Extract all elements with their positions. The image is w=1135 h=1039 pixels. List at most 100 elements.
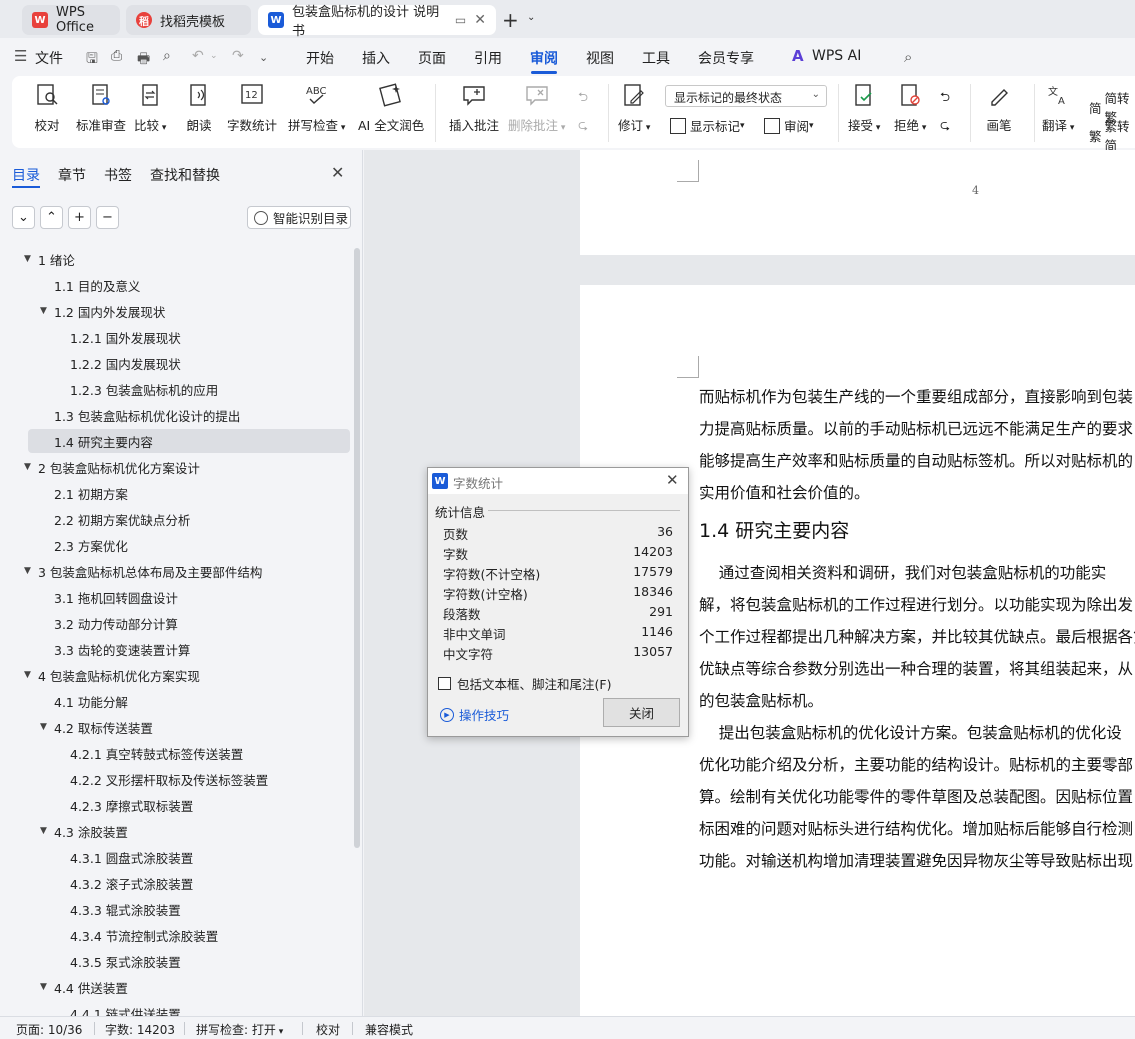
status-page[interactable]: 页面: 10/36 <box>16 1021 82 1038</box>
toc-item[interactable]: 4.3.4 节流控制式涂胶装置 <box>0 923 350 947</box>
toc-item[interactable]: 1.2.2 国内发展现状 <box>0 351 350 375</box>
dialog-close-icon[interactable]: ✕ <box>666 471 679 489</box>
remove-heading-icon[interactable]: − <box>96 206 119 229</box>
toc-item[interactable]: 3.1 拖机回转圆盘设计 <box>0 585 350 609</box>
expand-level-icon[interactable]: ⌃ <box>40 206 63 229</box>
toc-item[interactable]: ▼ 1 绪论 <box>0 247 350 271</box>
tab-docer-templates[interactable]: 稻 找稻壳模板 <box>126 5 251 35</box>
menu-insert[interactable]: 插入 <box>362 48 390 68</box>
redo-icon[interactable]: ↷ <box>232 48 244 64</box>
tab-close-icon[interactable]: ✕ <box>466 12 486 28</box>
review-pane-button[interactable]: 审阅 ▾ <box>764 116 814 135</box>
tab-list-chevron-icon[interactable]: ⌄ <box>527 12 535 23</box>
toc-item[interactable]: ▼ 3 包装盒贴标机总体布局及主要部件结构 <box>0 559 350 583</box>
markup-state-select[interactable]: 显示标记的最终状态 ⌄ <box>665 85 827 107</box>
toc-item[interactable]: 1.1 目的及意义 <box>0 273 350 297</box>
reject-button[interactable]: 拒绝 ▾ <box>894 82 926 134</box>
include-textboxes-checkbox[interactable]: 包括文本框、脚注和尾注(F) <box>438 674 611 693</box>
print-icon[interactable]: 🖶 <box>137 48 150 72</box>
previous-comment-icon[interactable]: ⮌ <box>578 88 588 109</box>
nav-tab-bookmarks[interactable]: 书签 <box>104 165 132 185</box>
toc-item[interactable]: 4.3.2 滚子式涂胶装置 <box>0 871 350 895</box>
print-preview-icon[interactable]: ⌕ <box>163 48 171 64</box>
tips-link[interactable]: ▶ 操作技巧 <box>440 705 509 724</box>
compare-button[interactable]: 比较 ▾ <box>134 82 166 134</box>
toc-item[interactable]: ▼ 4.3 涂胶装置 <box>0 819 350 843</box>
toc-item[interactable]: 1.2.3 包装盒贴标机的应用 <box>0 377 350 401</box>
proofread-button[interactable]: 校对 <box>34 82 60 134</box>
traditional-to-simplified-button[interactable]: 繁 繁转简 <box>1089 116 1135 154</box>
toc-item[interactable]: 2.1 初期方案 <box>0 481 350 505</box>
nav-tab-toc[interactable]: 目录 <box>12 165 40 185</box>
toc-item[interactable]: 1.4 研究主要内容 <box>28 429 350 453</box>
new-tab-icon[interactable]: + <box>502 8 519 32</box>
status-proofread[interactable]: 校对 <box>316 1021 340 1038</box>
add-heading-icon[interactable]: + <box>68 206 91 229</box>
toc-item[interactable]: 4.2.3 摩擦式取标装置 <box>0 793 350 817</box>
toc-item[interactable]: 4.1 功能分解 <box>0 689 350 713</box>
ai-polish-button[interactable]: AI 全文润色 <box>358 82 424 134</box>
tab-wps-office[interactable]: W WPS Office <box>22 5 120 35</box>
standard-review-button[interactable]: 标准审查 <box>76 82 126 134</box>
tab-window-icon[interactable]: ▭ <box>447 13 466 27</box>
expand-caret-icon[interactable]: ▼ <box>40 826 54 836</box>
insert-comment-button[interactable]: 插入批注 <box>449 82 499 134</box>
previous-change-icon[interactable]: ⮌ <box>940 88 950 109</box>
status-spell-check[interactable]: 拼写检查: 打开 ▾ <box>196 1021 283 1038</box>
save-icon[interactable]: 🖫 <box>86 48 98 72</box>
toc-item[interactable]: ▼ 1.2 国内外发展现状 <box>0 299 350 323</box>
spell-check-button[interactable]: ABC 拼写检查 ▾ <box>288 82 345 134</box>
menu-membership[interactable]: 会员专享 <box>698 48 754 68</box>
menu-view[interactable]: 视图 <box>586 48 614 68</box>
tab-document[interactable]: W 包装盒贴标机的设计 说明书 ▭ ✕ <box>258 5 496 39</box>
collapse-level-icon[interactable]: ⌄ <box>12 206 35 229</box>
menu-review[interactable]: 审阅 <box>530 48 558 68</box>
toc-item[interactable]: 4.3.1 圆盘式涂胶装置 <box>0 845 350 869</box>
expand-caret-icon[interactable]: ▼ <box>40 722 54 732</box>
hamburger-icon[interactable]: ☰ <box>14 47 27 65</box>
toc-item[interactable]: ▼ 4.2 取标传送装置 <box>0 715 350 739</box>
menu-file[interactable]: 文件 <box>35 48 63 68</box>
toc-item[interactable]: 2.3 方案优化 <box>0 533 350 557</box>
dialog-titlebar[interactable]: W 字数统计 ✕ <box>428 468 688 494</box>
expand-caret-icon[interactable]: ▼ <box>24 254 38 264</box>
toc-item[interactable]: 3.3 齿轮的变速装置计算 <box>0 637 350 661</box>
nav-pane-scrollbar[interactable] <box>354 248 360 848</box>
next-comment-icon[interactable]: ⮎ <box>578 116 588 137</box>
menu-references[interactable]: 引用 <box>474 48 502 68</box>
track-changes-button[interactable]: 修订 ▾ <box>618 82 650 134</box>
word-count-button[interactable]: 12 字数统计 <box>227 82 277 134</box>
toc-item[interactable]: ▼ 4.4 供送装置 <box>0 975 350 999</box>
read-aloud-button[interactable]: 朗读 <box>186 82 212 134</box>
close-button[interactable]: 关闭 <box>603 698 680 727</box>
accept-button[interactable]: 接受 ▾ <box>848 82 880 134</box>
status-word-count[interactable]: 字数: 14203 <box>105 1021 175 1038</box>
nav-tab-find-replace[interactable]: 查找和替换 <box>150 165 220 185</box>
toc-item[interactable]: 4.3.5 泵式涂胶装置 <box>0 949 350 973</box>
smart-toc-button[interactable]: 智能识别目录 <box>247 206 351 229</box>
toc-item[interactable]: ▼ 4 包装盒贴标机优化方案实现 <box>0 663 350 687</box>
nav-tab-sections[interactable]: 章节 <box>58 165 86 185</box>
toc-item[interactable]: 3.2 动力传动部分计算 <box>0 611 350 635</box>
expand-caret-icon[interactable]: ▼ <box>40 306 54 316</box>
undo-icon[interactable]: ↶ <box>192 48 204 64</box>
toc-item[interactable]: 4.4.1 链式供送装置 <box>0 1001 350 1017</box>
toc-item[interactable]: 2.2 初期方案优缺点分析 <box>0 507 350 531</box>
menu-wps-ai[interactable]: WPS AI <box>812 48 861 64</box>
expand-caret-icon[interactable]: ▼ <box>24 670 38 680</box>
show-markup-button[interactable]: 显示标记 ▾ <box>670 116 745 135</box>
pen-button[interactable]: 画笔 <box>986 82 1012 134</box>
menu-tools[interactable]: 工具 <box>642 48 670 68</box>
toc-item[interactable]: 4.2.2 叉形摆杆取标及传送标签装置 <box>0 767 350 791</box>
expand-caret-icon[interactable]: ▼ <box>40 982 54 992</box>
menu-home[interactable]: 开始 <box>306 48 334 68</box>
toc-item[interactable]: 1.2.1 国外发展现状 <box>0 325 350 349</box>
expand-caret-icon[interactable]: ▼ <box>24 462 38 472</box>
undo-chevron-icon[interactable]: ⌄ <box>210 51 218 61</box>
export-icon[interactable]: ⎙ <box>111 48 122 64</box>
quick-access-chevron-icon[interactable]: ⌄ <box>259 51 268 64</box>
checkbox-box[interactable] <box>438 677 451 690</box>
translate-button[interactable]: 文A 翻译 ▾ <box>1042 82 1074 134</box>
toc-item[interactable]: 1.3 包装盒贴标机优化设计的提出 <box>0 403 350 427</box>
search-icon[interactable]: ⌕ <box>904 48 912 66</box>
